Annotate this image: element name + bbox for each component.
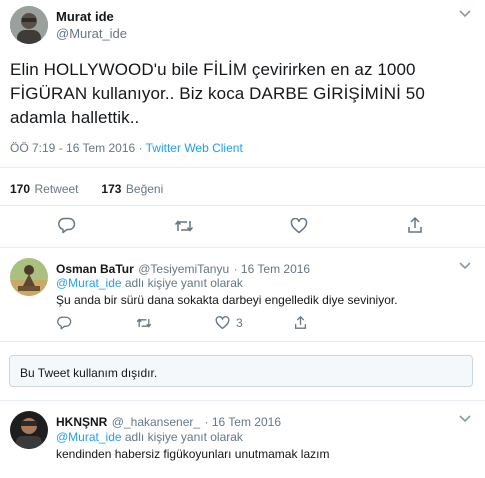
reply-share-icon[interactable] <box>294 315 307 330</box>
divider <box>0 341 485 342</box>
reply-menu-chevron-down-icon[interactable] <box>459 413 471 427</box>
reply-like-count[interactable]: 3 <box>236 316 243 330</box>
main-reply-icon[interactable] <box>58 217 76 234</box>
retweet-label[interactable]: Retweet <box>34 182 78 196</box>
reply-date[interactable]: · 16 Tem 2016 <box>205 415 282 429</box>
reply-to-suffix: adlı kişiye yanıt olarak <box>121 276 243 290</box>
reply-reply-icon[interactable] <box>57 316 72 330</box>
reply-to-handle[interactable]: @Murat_ide <box>56 430 122 444</box>
reply-author-name[interactable]: HKNŞNR <box>56 415 107 429</box>
tweet-menu-chevron-down-icon[interactable] <box>459 8 471 22</box>
reply-text: kendinden habersiz figükoyunları unutmam… <box>56 447 330 461</box>
reply-author-avatar[interactable] <box>10 411 48 449</box>
retweet-count[interactable]: 170 <box>10 182 30 196</box>
reply-to-line: @Murat_ide adlı kişiye yanıt olarak <box>56 276 243 290</box>
main-author-name[interactable]: Murat ide <box>56 9 114 24</box>
reply-to-line: @Murat_ide adlı kişiye yanıt olarak <box>56 430 243 444</box>
main-author-handle[interactable]: @Murat_ide <box>56 26 127 41</box>
main-retweet-icon[interactable] <box>174 218 194 234</box>
unavailable-tweet-notice: Bu Tweet kullanım dışıdır. <box>9 355 473 387</box>
reply-menu-chevron-down-icon[interactable] <box>459 260 471 274</box>
like-count[interactable]: 173 <box>101 182 121 196</box>
reply-author-name[interactable]: Osman BaTur <box>56 262 134 276</box>
divider <box>0 247 485 248</box>
reply-author-handle[interactable]: @_hakansener_ <box>112 415 200 429</box>
tweet-timestamp-line: ÖÖ 7:19 - 16 Tem 2016 · Twitter Web Clie… <box>10 141 243 155</box>
main-tweet-text: Elin HOLLYWOOD'u bile FİLİM çevirirken e… <box>10 60 425 127</box>
reply-author-handle[interactable]: @TesiyemiTanyu <box>138 262 229 276</box>
reply-author-avatar[interactable] <box>10 258 48 296</box>
divider <box>0 400 485 401</box>
reply-to-suffix: adlı kişiye yanıt olarak <box>121 430 243 444</box>
tweet-stats: 170 Retweet 173 Beğeni <box>10 180 163 198</box>
divider <box>0 167 485 168</box>
reply-heart-icon[interactable] <box>215 316 230 330</box>
tweet-client-link[interactable]: Twitter Web Client <box>146 141 243 155</box>
main-share-icon[interactable] <box>407 216 423 234</box>
reply-to-handle[interactable]: @Murat_ide <box>56 276 122 290</box>
reply-date[interactable]: · 16 Tem 2016 <box>234 262 311 276</box>
reply-retweet-icon[interactable] <box>136 316 152 330</box>
reply-text: Şu anda bir sürü dana sokakta darbeyi en… <box>56 293 398 307</box>
tweet-time[interactable]: ÖÖ 7:19 - 16 Tem 2016 <box>10 141 135 155</box>
main-author-avatar[interactable] <box>10 6 48 44</box>
divider <box>0 205 485 206</box>
main-heart-icon[interactable] <box>290 218 308 234</box>
like-label[interactable]: Beğeni <box>126 182 163 196</box>
meta-separator: · <box>135 141 146 155</box>
reply-header: HKNŞNR @_hakansener_ · 16 Tem 2016 <box>56 413 281 431</box>
